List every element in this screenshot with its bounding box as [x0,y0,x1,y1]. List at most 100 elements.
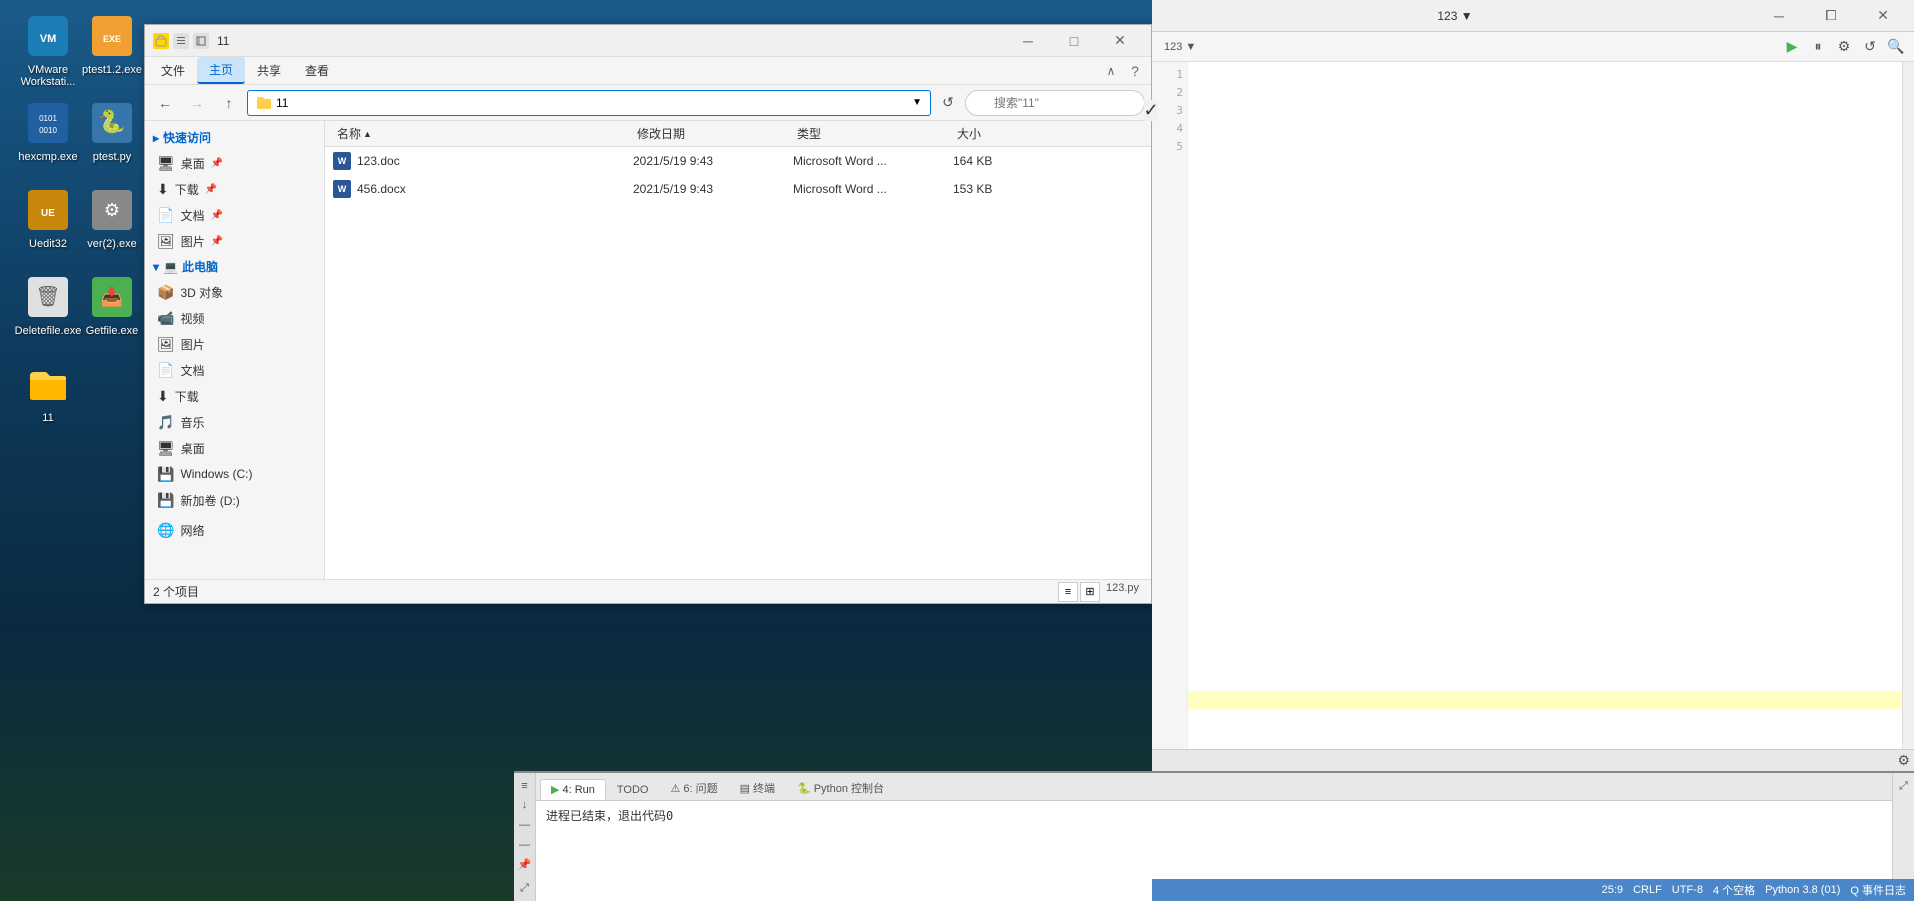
up-button[interactable]: ↑ [215,90,243,116]
col-header-name[interactable]: 名称 ▲ [333,125,633,142]
ptest12-label: ptest1.2.exe [82,64,142,76]
menu-share[interactable]: 共享 [245,58,293,83]
menu-view[interactable]: 查看 [293,58,341,83]
col-header-size[interactable]: 大小 [953,125,1053,142]
desktop-quick-icon: 🖥 [157,155,175,172]
ide-line-numbers: 1 2 3 4 5 [1152,62,1188,749]
getfile-label: Getfile.exe [86,325,139,337]
sidebar-item-documents[interactable]: 📄 文档 [145,357,324,383]
quick-access-label: 快速访问 [163,129,211,146]
quick-icon-2 [173,33,189,49]
ide-status-position: 25:9 [1602,884,1623,896]
sidebar-pictures-quick-label: 图片 [181,233,205,250]
file-size-1: 153 KB [953,182,992,196]
console-tab-problems[interactable]: ⚠ 6: 问题 [659,776,728,800]
docs-quick-icon: 📄 [157,207,174,224]
expand-ribbon-button[interactable]: ∧ [1099,59,1123,83]
forward-button[interactable]: → [183,90,211,116]
refresh-button[interactable]: ↺ [935,90,961,116]
sidebar-item-network[interactable]: 🌐 网络 [145,517,324,543]
vmware-label: VMwareWorkstati... [21,64,76,88]
ide-close-button[interactable]: ✕ [1860,0,1906,32]
console-toolbar-btn-2[interactable]: ↓ [516,797,534,815]
sidebar-item-docs-quick[interactable]: 📄 文档 📌 [145,202,324,228]
sidebar-item-desktop-quick[interactable]: 🖥 桌面 📌 [145,150,324,176]
desktop-icon-ptest12[interactable]: EXE ptest1.2.exe [72,8,152,80]
ide-restore-button[interactable]: ⧠ [1808,0,1854,32]
vmware-icon: VM [24,12,72,60]
sidebar-item-new-volume-d[interactable]: 💾 新加卷 (D:) [145,487,324,513]
pin-icon-2: 📌 [205,184,217,195]
console-tab-terminal[interactable]: ▤ 终端 [729,776,786,800]
ide-editor-wrapper: 1 2 3 4 5 [1152,62,1914,749]
svg-text:🐍: 🐍 [98,109,125,134]
search-input[interactable] [965,90,1145,116]
ide-search-toolbar-button[interactable]: 🔍 [1884,35,1908,59]
sort-asc-icon: ▲ [363,129,372,139]
address-dropdown-button[interactable]: ▼ [912,97,922,108]
console-toolbar-btn-1[interactable]: ≡ [516,777,534,795]
ide-scrollbar[interactable] [1902,62,1914,749]
sidebar-item-windows-c[interactable]: 💾 Windows (C:) [145,461,324,487]
console-toolbar-btn-pin[interactable]: 📌 [516,855,534,873]
sidebar-desktop-label: 桌面 [181,440,205,457]
ide-statusbar: 25:9 CRLF UTF-8 4 个空格 Python 3.8 (01) Q … [1152,879,1914,901]
console-toolbar-btn-3[interactable]: — [516,816,534,834]
desktop-icon-getfile[interactable]: 📥 Getfile.exe [72,269,152,341]
sidebar-this-pc-header[interactable]: ▾ 💻 此电脑 [145,254,324,279]
col-header-date[interactable]: 修改日期 [633,125,793,142]
run-tab-label: 4: Run [562,784,594,796]
maximize-button[interactable]: □ [1051,25,1097,57]
console-toolbar-btn-4[interactable]: — [516,836,534,854]
ide-titlebar: 123 ▼ ─ ⧠ ✕ [1152,0,1914,32]
ide-settings-toolbar-button[interactable]: ⚙ [1832,35,1856,59]
col-type-label: 类型 [797,125,821,142]
sidebar-item-pictures[interactable]: 🖼 图片 [145,331,324,357]
sidebar-item-desktop[interactable]: 🖥 桌面 [145,435,324,461]
back-button[interactable]: ← [151,90,179,116]
ide-refresh-toolbar-button[interactable]: ↺ [1858,35,1882,59]
close-button[interactable]: ✕ [1097,25,1143,57]
sidebar-desktop-quick-label: 桌面 [181,155,205,172]
help-icon-button[interactable]: ? [1123,59,1147,83]
word-icon-0: W [333,152,351,170]
col-header-type[interactable]: 类型 [793,125,953,142]
drive-d-icon: 💾 [157,492,174,509]
col-size-label: 大小 [957,125,981,142]
file-type-0: Microsoft Word ... [793,154,887,168]
console-right-btn-1[interactable]: ⤢ [1895,777,1913,795]
menu-file[interactable]: 文件 [149,58,197,83]
ide-code-area[interactable] [1188,62,1902,749]
ide-minimize-button[interactable]: ─ [1756,0,1802,32]
console-tab-python[interactable]: 🐍 Python 控制台 [786,776,895,800]
ide-run-button[interactable]: ▶ [1780,35,1804,59]
table-row[interactable]: W 123.doc 2021/5/19 9:43 Microsoft Word … [325,147,1151,175]
details-view-button[interactable]: ⊞ [1080,582,1100,602]
ide-pause-button[interactable]: ⏸ [1806,35,1830,59]
console-tab-run[interactable]: ▶ 4: Run [540,779,606,800]
sidebar-item-3dobjects[interactable]: 📦 3D 对象 [145,279,324,305]
desktop-icon-ver2[interactable]: ⚙ ver(2).exe [72,182,152,254]
svg-text:UE: UE [41,208,55,219]
ide-status-encoding: UTF-8 [1672,884,1703,896]
address-path-display[interactable]: 11 ▼ [247,90,931,116]
ide-settings-gear-button[interactable]: ⚙ [1897,752,1910,769]
console-toolbar-btn-expand[interactable]: ⤢ [516,879,534,897]
explorer-window-title: 11 [217,34,1005,48]
sidebar-item-music[interactable]: 🎵 音乐 [145,409,324,435]
sidebar-item-video[interactable]: 📹 视频 [145,305,324,331]
svg-text:VM: VM [40,33,57,45]
sidebar-quick-access-header[interactable]: ▸ 快速访问 [145,125,324,150]
desktop-icon-ptest[interactable]: 🐍 ptest.py [72,95,152,167]
minimize-button[interactable]: ─ [1005,25,1051,57]
console-tab-todo[interactable]: TODO [606,780,660,800]
search-wrapper: 🔍 [965,90,1145,116]
col-name-label: 名称 [337,125,361,142]
sidebar-item-pictures-quick[interactable]: 🖼 图片 📌 [145,228,324,254]
sidebar-item-downloads[interactable]: ⬇ 下载 [145,383,324,409]
list-view-button[interactable]: ≡ [1058,582,1078,602]
sidebar-item-download-quick[interactable]: ⬇ 下载 📌 [145,176,324,202]
menu-home[interactable]: 主页 [197,57,245,84]
table-row[interactable]: W 456.docx 2021/5/19 9:43 Microsoft Word… [325,175,1151,203]
desktop-icon-folder11[interactable]: 11 [8,356,88,428]
